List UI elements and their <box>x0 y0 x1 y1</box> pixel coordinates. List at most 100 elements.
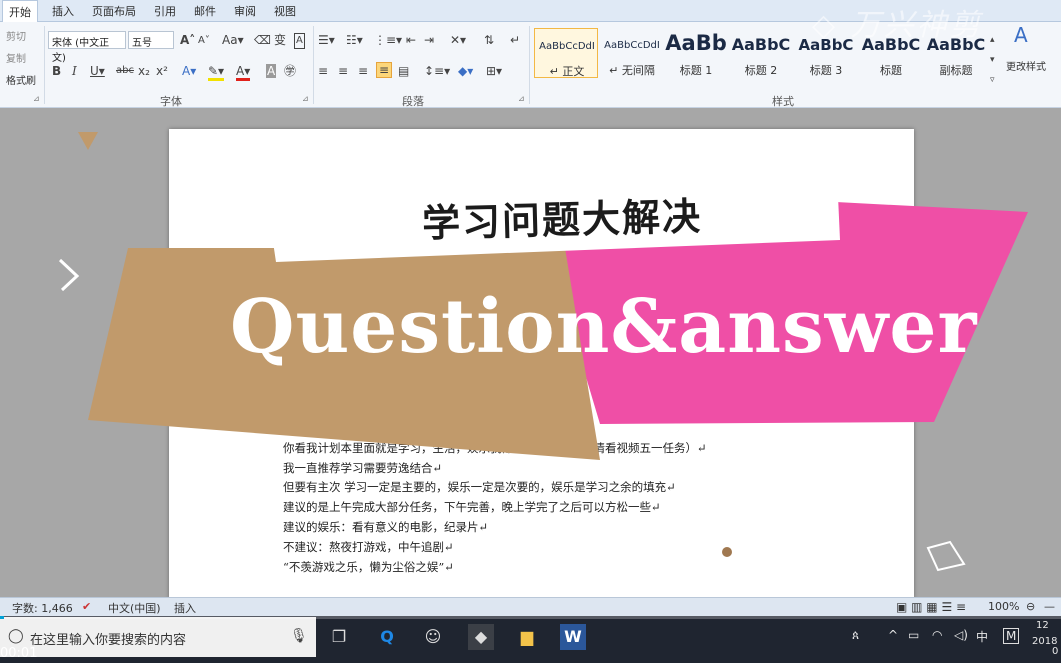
tab-home[interactable]: 开始 <box>2 0 38 22</box>
style-normal[interactable]: AaBbCcDdI ↵ 正文 <box>534 28 598 78</box>
align-right-icon[interactable]: ≡ <box>358 64 368 78</box>
char-border-icon[interactable]: A <box>294 33 305 49</box>
browser-icon[interactable]: Q <box>374 624 400 650</box>
increase-indent-icon[interactable]: ⇥ <box>424 33 434 47</box>
enclose-char-icon[interactable]: ㊫ <box>284 64 296 78</box>
style-subtitle[interactable]: AaBbC 副标题 <box>924 28 988 78</box>
subscript-icon[interactable]: x₂ <box>138 64 150 78</box>
style-heading-2[interactable]: AaBbC 标题 2 <box>729 28 793 78</box>
taskbar-search-box[interactable]: ◯ 在这里输入你要搜索的内容 🎙 <box>0 617 316 657</box>
qq-icon[interactable]: ☺ <box>420 624 446 650</box>
line-spacing-icon[interactable]: ↕≡▾ <box>424 64 450 78</box>
doc-line: “不羡游戏之乐，懒为尘俗之娱”↵ <box>283 560 454 574</box>
wifi-icon[interactable]: ◠ <box>932 628 942 642</box>
tab-review[interactable]: 审阅 <box>234 3 256 19</box>
paragraph-launcher-icon[interactable]: ⊿ <box>518 94 525 103</box>
style-preview: AaBbCcDdI <box>604 40 660 51</box>
zoom-slider[interactable]: — <box>1044 600 1055 613</box>
change-case-icon[interactable]: Aa▾ <box>222 33 244 47</box>
decor-triangle-icon <box>78 132 98 150</box>
distributed-icon[interactable]: ▤ <box>398 64 409 78</box>
underline-icon[interactable]: U▾ <box>90 64 105 78</box>
copy-button[interactable]: 复制 <box>6 50 26 65</box>
volume-icon[interactable]: ◁) <box>954 628 968 642</box>
style-label: 标题 2 <box>744 64 778 77</box>
style-no-spacing[interactable]: AaBbCcDdI ↵ 无间隔 <box>600 28 664 78</box>
zoom-out-icon[interactable]: ⊖ <box>1026 600 1035 613</box>
clear-format-icon[interactable]: ⌫ <box>254 33 271 47</box>
justify-icon[interactable]: ≡ <box>376 62 393 78</box>
style-title[interactable]: AaBbC 标题 <box>859 28 923 78</box>
font-launcher-icon[interactable]: ⊿ <box>302 94 309 103</box>
word-count[interactable]: 字数: 1,466 <box>12 600 73 616</box>
superscript-icon[interactable]: x² <box>156 64 168 78</box>
ribbon-tab-bar: 开始 插入 页面布局 引用 邮件 审阅 视图 <box>0 0 1061 22</box>
tab-references[interactable]: 引用 <box>154 3 176 19</box>
numbering-icon[interactable]: ☷▾ <box>346 33 363 47</box>
ribbon: 剪切 复制 格式刷 ⊿ 宋体 (中文正文) 五号 A˄ A˅ Aa▾ ⌫ 变 A… <box>0 22 1061 108</box>
italic-icon[interactable]: I <box>72 64 77 78</box>
insert-mode[interactable]: 插入 <box>174 600 196 616</box>
decor-diamond-icon <box>926 540 966 572</box>
style-heading-3[interactable]: AaBbC 标题 3 <box>794 28 858 78</box>
grow-font-icon[interactable]: A˄ <box>180 33 195 47</box>
borders-icon[interactable]: ⊞▾ <box>486 64 502 78</box>
proofing-icon[interactable]: ✔ <box>82 600 91 613</box>
battery-icon[interactable]: ▭ <box>908 628 919 642</box>
bullets-icon[interactable]: ☰▾ <box>318 33 335 47</box>
text-effects-icon[interactable]: A▾ <box>182 64 196 78</box>
language-indicator[interactable]: 中文(中国) <box>108 600 161 616</box>
multilevel-list-icon[interactable]: ⋮≡▾ <box>374 33 402 47</box>
chinese-layout-icon[interactable]: ✕▾ <box>450 33 466 47</box>
style-heading-1[interactable]: AaBb 标题 1 <box>664 28 728 78</box>
font-size-select[interactable]: 五号 <box>128 31 174 49</box>
document-page[interactable]: 回答：当然不是!!!↵ 你看我计划本里面就是学习，生活，娱乐我都会写的那种（详情… <box>169 129 914 599</box>
sort-icon[interactable]: ⇅ <box>484 33 494 47</box>
video-progress-bar[interactable] <box>0 616 1061 619</box>
highlight-icon[interactable]: ✎▾ <box>208 64 225 81</box>
style-preview: AaBbC <box>861 35 921 54</box>
video-editor-icon[interactable]: ◆ <box>468 624 494 650</box>
tray-expand-icon[interactable]: ^ <box>888 628 898 642</box>
file-explorer-icon[interactable]: ▆ <box>514 624 540 650</box>
word-icon[interactable]: W <box>560 624 586 650</box>
clipboard-launcher-icon[interactable]: ⊿ <box>33 94 40 103</box>
bold-icon[interactable]: B <box>52 64 61 78</box>
char-shading-icon[interactable]: A <box>266 64 277 78</box>
align-center-icon[interactable]: ≡ <box>338 64 348 78</box>
ime-indicator[interactable]: 中 <box>976 628 988 645</box>
view-modes-icon[interactable]: ▣ ▥ ▦ ☰ ≡ <box>896 600 966 614</box>
zoom-level[interactable]: 100% <box>988 600 1019 613</box>
strikethrough-icon[interactable]: abc <box>116 64 134 78</box>
font-color-icon[interactable]: A▾ <box>236 64 251 81</box>
change-styles-icon[interactable]: A <box>1014 25 1028 45</box>
group-divider <box>313 26 314 104</box>
shrink-font-icon[interactable]: A˅ <box>198 34 210 48</box>
tab-page-layout[interactable]: 页面布局 <box>92 3 136 19</box>
tab-insert[interactable]: 插入 <box>52 3 74 19</box>
clock-time[interactable]: 12 <box>1036 620 1049 631</box>
ime-mode-indicator[interactable]: M <box>1003 628 1020 644</box>
phonetic-guide-icon[interactable]: 变 <box>274 33 286 47</box>
show-marks-icon[interactable]: ↵ <box>510 33 520 47</box>
tab-view[interactable]: 视图 <box>274 3 296 19</box>
styles-scroll-icon[interactable]: ▴ ▾ ▿ <box>990 30 995 90</box>
align-left-icon[interactable]: ≡ <box>318 64 328 78</box>
people-icon[interactable]: ጰ <box>852 628 859 643</box>
cortana-icon[interactable]: ◯ <box>8 629 24 643</box>
shading-icon[interactable]: ◆▾ <box>458 64 473 78</box>
microphone-icon[interactable]: 🎙 <box>290 629 308 643</box>
change-styles-button[interactable]: 更改样式 <box>1006 58 1046 73</box>
format-painter-button[interactable]: 格式刷 <box>6 72 36 87</box>
style-label: 标题 3 <box>809 64 843 77</box>
style-preview: AaBbCcDdI <box>539 41 595 52</box>
decor-chevron-icon <box>58 258 80 292</box>
tab-mailings[interactable]: 邮件 <box>194 3 216 19</box>
font-family-select[interactable]: 宋体 (中文正文) <box>48 31 126 64</box>
decrease-indent-icon[interactable]: ⇤ <box>406 33 416 47</box>
cut-button[interactable]: 剪切 <box>6 28 26 43</box>
task-view-icon[interactable]: ❐ <box>326 624 352 650</box>
group-divider <box>44 26 45 104</box>
style-preview: AaBb <box>665 31 727 55</box>
notification-count[interactable]: 0 <box>1052 646 1058 657</box>
